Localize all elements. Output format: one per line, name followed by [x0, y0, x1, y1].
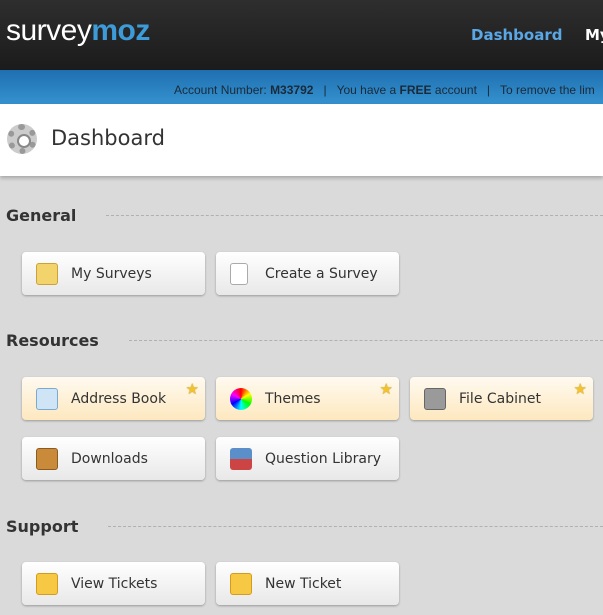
- favorite-star-icon[interactable]: ★: [380, 380, 393, 398]
- new-ticket-icon: [230, 573, 252, 595]
- section-support-title: Support: [6, 517, 603, 536]
- favorite-star-icon[interactable]: ★: [574, 380, 587, 398]
- my-surveys-button[interactable]: My Surveys: [22, 252, 205, 295]
- account-bar: Account Number: M33792 | You have a FREE a…: [0, 70, 603, 104]
- downloads-button[interactable]: Downloads: [22, 437, 205, 480]
- new-document-icon: [230, 263, 248, 285]
- ticket-icon: [36, 573, 58, 595]
- favorite-star-icon[interactable]: ★: [186, 380, 199, 398]
- file-cabinet-button[interactable]: File Cabinet ★: [410, 377, 593, 420]
- address-book-button[interactable]: Address Book ★: [22, 377, 205, 420]
- view-tickets-button[interactable]: View Tickets: [22, 562, 205, 605]
- color-wheel-icon: [230, 388, 252, 410]
- top-header: surveymoz Dashboard My: [0, 0, 603, 70]
- surveymoz-logo[interactable]: surveymoz: [6, 14, 150, 48]
- file-cabinet-icon: [424, 388, 446, 410]
- folder-icon: [36, 263, 58, 285]
- themes-button[interactable]: Themes ★: [216, 377, 399, 420]
- question-library-button[interactable]: Question Library: [216, 437, 399, 480]
- nav-my[interactable]: My: [585, 26, 603, 44]
- books-icon: [230, 448, 252, 470]
- new-ticket-button[interactable]: New Ticket: [216, 562, 399, 605]
- upgrade-link[interactable]: To remove the lim: [500, 83, 595, 97]
- account-number: M33792: [270, 83, 314, 97]
- section-general-title: General: [6, 206, 603, 225]
- gear-icon: [7, 124, 37, 154]
- section-resources-title: Resources: [6, 331, 603, 350]
- nav-dashboard[interactable]: Dashboard: [471, 26, 562, 44]
- address-book-icon: [36, 388, 58, 410]
- create-survey-button[interactable]: Create a Survey: [216, 252, 399, 295]
- page-header: Dashboard: [0, 104, 603, 176]
- page-title: Dashboard: [51, 126, 165, 150]
- download-box-icon: [36, 448, 58, 470]
